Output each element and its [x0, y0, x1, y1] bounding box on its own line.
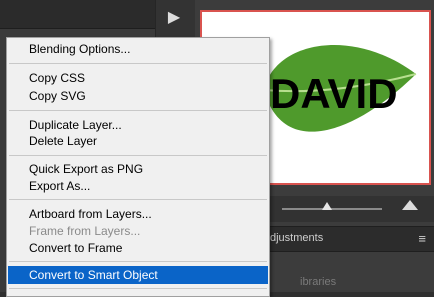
menu-item-convert-to-smart-object[interactable]: Convert to Smart Object: [8, 266, 268, 284]
preview-text: DAVID: [270, 70, 398, 117]
menu-item-copy-css[interactable]: Copy CSS: [8, 69, 268, 87]
zoom-slider-thumb[interactable]: [322, 202, 332, 210]
libraries-label: ibraries: [300, 276, 337, 288]
menu-separator: [9, 261, 267, 262]
menu-separator: [9, 110, 267, 111]
layers-panel-header: [0, 0, 155, 29]
menu-item-quick-export-png[interactable]: Quick Export as PNG: [8, 160, 268, 178]
menu-item-export-as[interactable]: Export As...: [8, 177, 268, 195]
menu-item-delete-layer[interactable]: Delete Layer: [8, 132, 268, 150]
panel-menu-icon[interactable]: ≡: [418, 231, 426, 246]
menu-separator: [9, 63, 267, 64]
layer-context-menu: Blending Options... Copy CSS Copy SVG Du…: [6, 37, 270, 297]
tab-adjustments[interactable]: djustments: [270, 232, 323, 244]
menu-separator: [9, 155, 267, 156]
mountain-large-icon[interactable]: [402, 200, 418, 210]
menu-item-artboard-from-layers[interactable]: Artboard from Layers...: [8, 205, 268, 223]
menu-item-convert-to-frame[interactable]: Convert to Frame: [8, 239, 268, 257]
play-icon[interactable]: ▶: [164, 8, 184, 26]
menu-separator: [9, 288, 267, 289]
zoom-slider-track[interactable]: [282, 208, 382, 210]
menu-separator: [9, 199, 267, 200]
menu-item-copy-svg[interactable]: Copy SVG: [8, 87, 268, 105]
menu-item-frame-from-layers: Frame from Layers...: [29, 224, 141, 238]
menu-item-blending-options[interactable]: Blending Options...: [8, 40, 268, 58]
